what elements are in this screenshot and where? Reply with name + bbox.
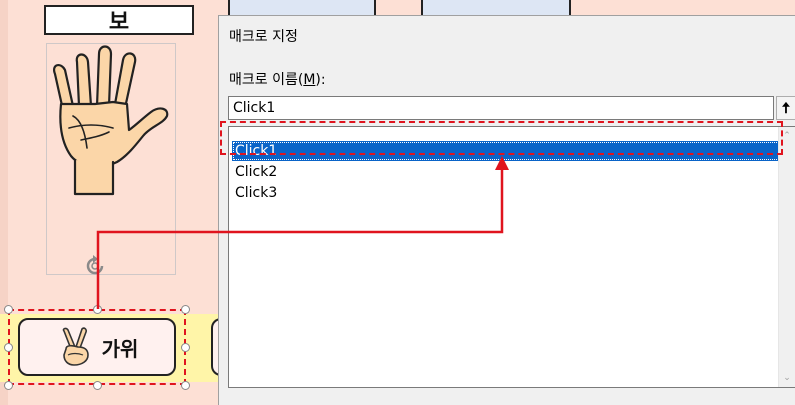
title-cell-text: 보 (108, 10, 130, 35)
open-hand-icon (53, 45, 169, 196)
macro-list-item[interactable]: Click3 (232, 183, 780, 203)
annotation-list-highlight (220, 121, 783, 155)
up-arrow-icon: 🠅 (781, 99, 791, 117)
macro-list-item[interactable]: Click2 (232, 162, 780, 182)
rotate-handle-icon[interactable] (83, 254, 107, 278)
resize-handle[interactable] (4, 305, 13, 314)
macro-name-label-suffix: ): (315, 72, 326, 88)
resize-handle[interactable] (181, 305, 190, 314)
macro-name-label: 매크로 이름(M): (229, 69, 326, 89)
resize-handle[interactable] (93, 381, 102, 390)
resize-handle[interactable] (181, 343, 190, 352)
annotation-selection-box (8, 309, 186, 385)
title-cell-paper[interactable]: 보 (44, 5, 194, 35)
macro-name-mnemonic: M (303, 72, 316, 88)
resize-handle[interactable] (181, 381, 190, 390)
dialog-title: 매크로 지정 (229, 29, 298, 45)
macro-name-input[interactable] (228, 96, 774, 120)
macro-name-label-prefix: 매크로 이름( (229, 72, 304, 88)
resize-handle[interactable] (93, 305, 102, 314)
resize-handle[interactable] (4, 343, 13, 352)
hand-image-frame[interactable] (46, 43, 176, 275)
scroll-up-icon[interactable]: ⌃ (782, 131, 792, 141)
resize-handle[interactable] (4, 381, 13, 390)
macro-list[interactable]: Click1 Click2 Click3 ⌃ ⌄ (228, 126, 795, 388)
list-scrollbar[interactable]: ⌃ ⌄ (778, 127, 795, 387)
collapse-up-button[interactable]: 🠅 (776, 96, 795, 120)
assign-macro-dialog: 매크로 지정 매크로 이름(M): 🠅 Click1 Click2 Click3… (218, 15, 795, 405)
scroll-down-icon[interactable]: ⌄ (782, 373, 792, 383)
